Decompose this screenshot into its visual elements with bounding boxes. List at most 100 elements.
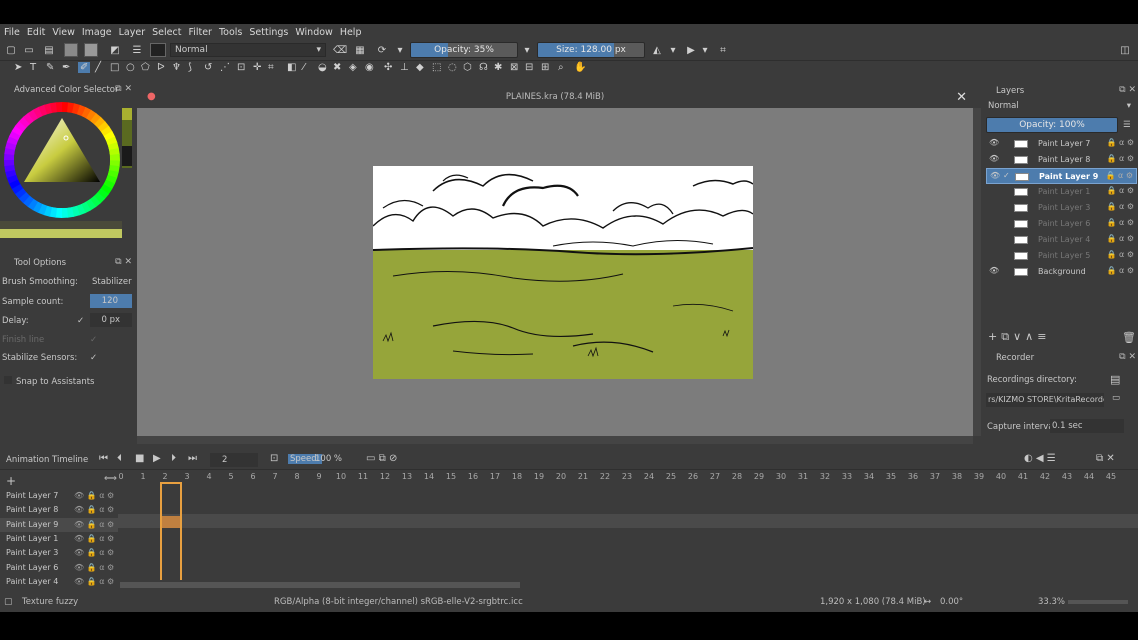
playhead[interactable] (160, 482, 182, 580)
timeline-layer-row[interactable]: Paint Layer 1 👁 🔒 α ⚙ (0, 532, 118, 546)
frame-number[interactable]: 43 (1056, 472, 1078, 481)
color-picker-icon[interactable]: ⁄ (303, 62, 305, 73)
delay-input[interactable]: 0 px (90, 313, 132, 327)
frame-number[interactable]: 4 (198, 472, 220, 481)
lock-alpha-icon[interactable]: 🔒 α ⚙ (1107, 138, 1135, 147)
rect-select-icon[interactable]: ⬚ (432, 62, 441, 73)
layer-row[interactable]: Paint Layer 5 🔒 α ⚙ (986, 248, 1137, 264)
frame-number[interactable]: 18 (506, 472, 528, 481)
visibility-eye-icon[interactable]: 👁 (989, 266, 999, 275)
wrap-around-icon[interactable]: ▶ (684, 43, 698, 57)
frame-number[interactable]: 16 (462, 472, 484, 481)
menu-view[interactable]: View (52, 27, 75, 38)
frame-number[interactable]: 6 (242, 472, 264, 481)
onion-skin-icon[interactable]: ▭ ⧉ ⊘ (366, 453, 397, 464)
open-document-icon[interactable]: ▭ (22, 43, 36, 57)
calligraphy-icon[interactable]: ✒ (62, 62, 70, 73)
layer-toggles-icon[interactable]: 👁 🔒 α ⚙ (74, 575, 114, 589)
frame-number[interactable]: 9 (308, 472, 330, 481)
new-document-icon[interactable]: ▢ (4, 43, 18, 57)
layer-row[interactable]: Paint Layer 1 🔒 α ⚙ (986, 184, 1137, 200)
frame-number[interactable]: 28 (726, 472, 748, 481)
frame-number[interactable]: 31 (792, 472, 814, 481)
blend-mode-select[interactable]: Normal ▾ (170, 43, 326, 57)
lock-alpha-icon[interactable]: 🔒 α ⚙ (1107, 186, 1135, 195)
menu-help[interactable]: Help (340, 27, 362, 38)
layer-row[interactable]: 👁 Background 🔒 α ⚙ (986, 264, 1137, 280)
frame-number[interactable]: 15 (440, 472, 462, 481)
visibility-eye-icon[interactable]: 👁 (990, 171, 1000, 180)
frame-number[interactable]: 10 (330, 472, 352, 481)
move-tool-icon[interactable]: ✛ (253, 62, 261, 73)
frame-number[interactable]: 14 (418, 472, 440, 481)
brush-presets-icon[interactable]: ☰ (130, 43, 144, 57)
freehand-path-icon[interactable]: ⟆ (188, 62, 192, 73)
mirror-horizontal-icon[interactable]: ◭ (650, 43, 664, 57)
visibility-eye-icon[interactable]: 👁 (989, 154, 999, 163)
frame-number[interactable]: 36 (902, 472, 924, 481)
ellipse-select-icon[interactable]: ◌ (448, 62, 457, 73)
frame-number[interactable]: 25 (660, 472, 682, 481)
document-tab[interactable]: ● PLAINES.kra (78.4 MiB) ✕ (137, 88, 973, 108)
pan-tool-icon[interactable]: ✋ (574, 62, 586, 73)
lock-alpha-icon[interactable]: 🔒 α ⚙ (1107, 266, 1135, 275)
polygon-select-icon[interactable]: ⬡ (463, 62, 472, 73)
edit-shapes-icon[interactable]: ✎ (46, 62, 54, 73)
crop-icon[interactable]: ⌗ (716, 43, 730, 57)
size-slider[interactable]: Size: 128.00 px (537, 42, 645, 58)
lock-alpha-icon[interactable]: 🔒 α ⚙ (1107, 250, 1135, 259)
frame-number[interactable]: 11 (352, 472, 374, 481)
prev-frame-icon[interactable]: ⏴ (117, 453, 122, 464)
frame-number[interactable]: 0 (110, 472, 132, 481)
timeline-layer-row[interactable]: Paint Layer 3 👁 🔒 α ⚙ (0, 546, 118, 560)
current-frame-input[interactable]: 2 (210, 453, 258, 467)
keyframe[interactable] (162, 516, 180, 528)
freehand-brush-icon[interactable]: ✐ (78, 62, 91, 73)
stabilize-sensors-checkbox[interactable]: ✓ (90, 353, 97, 363)
frame-number[interactable]: 12 (374, 472, 396, 481)
multibrush-icon[interactable]: ⋰ (220, 62, 230, 73)
crop-tool-icon[interactable]: ⌗ (268, 62, 274, 73)
timeline-layer-row[interactable]: Paint Layer 8 👁 🔒 α ⚙ (0, 503, 118, 517)
frame-number[interactable]: 20 (550, 472, 572, 481)
frame-number[interactable]: 17 (484, 472, 506, 481)
opacity-slider[interactable]: Opacity: 35% (410, 42, 518, 58)
layer-toggles-icon[interactable]: 👁 🔒 α ⚙ (74, 546, 114, 560)
color-wheel[interactable] (0, 96, 136, 242)
float-close-icon[interactable]: ⧉ ✕ (1119, 352, 1136, 362)
enclose-fill-icon[interactable]: ◉ (365, 62, 374, 73)
preserve-alpha-icon[interactable]: ▦ (353, 43, 367, 57)
menu-settings[interactable]: Settings (249, 27, 288, 38)
layer-row[interactable]: Paint Layer 3 🔒 α ⚙ (986, 200, 1137, 216)
snap-to-assistants-checkbox[interactable]: Snap to Assistants (4, 376, 94, 387)
frame-number[interactable]: 27 (704, 472, 726, 481)
sample-count-input[interactable]: 120 (90, 294, 132, 308)
lock-alpha-icon[interactable]: 🔒 α ⚙ (1107, 154, 1135, 163)
move-down-icon[interactable]: ∨ (1013, 330, 1025, 343)
menu-window[interactable]: Window (295, 27, 332, 38)
magnetic-select-icon[interactable]: ⊞ (541, 62, 549, 73)
frame-number[interactable]: 45 (1100, 472, 1122, 481)
float-close-icon[interactable]: ⧉ ✕ (1119, 85, 1136, 95)
stop-icon[interactable]: ■ (135, 453, 144, 464)
fill-tool-icon[interactable]: ◈ (349, 62, 357, 73)
audio-icon[interactable]: ◐ ◀ ☰ (1024, 453, 1056, 464)
ellipse-tool-icon[interactable]: ○ (126, 62, 135, 73)
frame-number[interactable]: 38 (946, 472, 968, 481)
eraser-icon[interactable]: ⌫ (333, 43, 347, 57)
frame-number[interactable]: 3 (176, 472, 198, 481)
lock-alpha-icon[interactable]: 🔒 α ⚙ (1107, 234, 1135, 243)
dynamic-brush-icon[interactable]: ↺ (204, 62, 212, 73)
frame-number[interactable]: 2 (154, 472, 176, 481)
rectangle-tool-icon[interactable]: □ (110, 62, 119, 73)
chevron-down-icon[interactable]: ▾ (395, 43, 405, 57)
frame-number[interactable]: 39 (968, 472, 990, 481)
chevron-down-icon[interactable]: ▾ (700, 43, 710, 57)
timeline-layer-row[interactable]: Paint Layer 4 👁 🔒 α ⚙ (0, 575, 118, 589)
frame-number[interactable]: 26 (682, 472, 704, 481)
save-document-icon[interactable]: ▤ (42, 43, 56, 57)
frame-number[interactable]: 22 (594, 472, 616, 481)
layer-menu-icon[interactable]: ☰ (1123, 120, 1131, 130)
lock-alpha-icon[interactable]: 🔒 α ⚙ (1107, 218, 1135, 227)
frame-number[interactable]: 44 (1078, 472, 1100, 481)
